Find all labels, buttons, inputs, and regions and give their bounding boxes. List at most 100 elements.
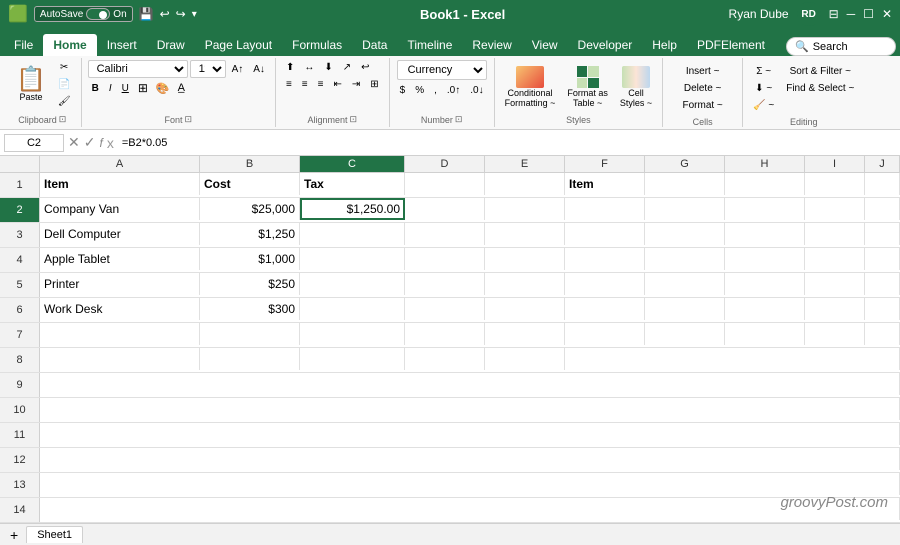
col-header-A[interactable]: A xyxy=(40,156,200,172)
cell-J5[interactable] xyxy=(865,273,900,295)
autosum-button[interactable]: Σ ~ xyxy=(749,64,778,79)
cell-D2[interactable] xyxy=(405,198,485,220)
tab-timeline[interactable]: Timeline xyxy=(397,34,462,56)
cell-H3[interactable] xyxy=(725,223,805,245)
redo-icon[interactable]: ↪ xyxy=(176,7,186,21)
increase-decimal-button[interactable]: .0↑ xyxy=(443,83,464,98)
ribbon-display-icon[interactable]: ⊟ xyxy=(829,7,839,21)
cell-I5[interactable] xyxy=(805,273,865,295)
cell-B3[interactable]: $1,250 xyxy=(200,223,300,245)
cell-G6[interactable] xyxy=(645,298,725,320)
format-button[interactable]: Format ~ xyxy=(678,98,726,113)
cell-A12[interactable] xyxy=(40,448,900,470)
cell-J3[interactable] xyxy=(865,223,900,245)
clipboard-expand-icon[interactable]: ⊡ xyxy=(59,114,67,125)
cell-H7[interactable] xyxy=(725,323,805,345)
tab-view[interactable]: View xyxy=(522,34,568,56)
col-header-H[interactable]: H xyxy=(725,156,805,172)
format-as-table-button[interactable]: Format asTable ~ xyxy=(563,64,612,110)
wrap-text-button[interactable]: ↩ xyxy=(357,60,373,75)
fill-color-button[interactable]: 🎨 xyxy=(153,81,173,96)
number-expand-icon[interactable]: ⊡ xyxy=(455,114,463,125)
cell-reference-input[interactable] xyxy=(4,134,64,152)
col-header-B[interactable]: B xyxy=(200,156,300,172)
add-sheet-button[interactable]: + xyxy=(4,525,24,545)
col-header-D[interactable]: D xyxy=(405,156,485,172)
cell-J1[interactable] xyxy=(865,173,900,195)
cell-E7[interactable] xyxy=(485,323,565,345)
cell-E5[interactable] xyxy=(485,273,565,295)
orientation-button[interactable]: ↗ xyxy=(339,60,355,75)
cell-G5[interactable] xyxy=(645,273,725,295)
tab-formulas[interactable]: Formulas xyxy=(282,34,352,56)
cell-B5[interactable]: $250 xyxy=(200,273,300,295)
cell-G1[interactable] xyxy=(645,173,725,195)
cell-styles-button[interactable]: CellStyles ~ xyxy=(616,64,656,110)
tab-draw[interactable]: Draw xyxy=(147,34,195,56)
increase-font-button[interactable]: A↑ xyxy=(228,62,248,77)
cell-F5[interactable] xyxy=(565,273,645,295)
cell-A3[interactable]: Dell Computer xyxy=(40,223,200,245)
align-bottom-button[interactable]: ⬇ xyxy=(320,60,336,75)
cell-E2[interactable] xyxy=(485,198,565,220)
increase-indent-button[interactable]: ⇥ xyxy=(348,77,364,92)
cancel-formula-icon[interactable]: ✕ xyxy=(68,134,80,151)
cell-I1[interactable] xyxy=(805,173,865,195)
cell-F2[interactable] xyxy=(565,198,645,220)
cell-F8[interactable] xyxy=(565,348,900,370)
cell-C5[interactable] xyxy=(300,273,405,295)
cell-I7[interactable] xyxy=(805,323,865,345)
cell-A2[interactable]: Company Van xyxy=(40,198,200,220)
copy-button[interactable]: 📄 xyxy=(54,77,75,92)
cell-F6[interactable] xyxy=(565,298,645,320)
cell-A11[interactable] xyxy=(40,423,900,445)
customize-icon[interactable]: ▾ xyxy=(192,9,197,20)
cell-A4[interactable]: Apple Tablet xyxy=(40,248,200,270)
decrease-font-button[interactable]: A↓ xyxy=(249,62,269,77)
cell-I4[interactable] xyxy=(805,248,865,270)
italic-button[interactable]: I xyxy=(105,81,116,96)
cell-D1[interactable] xyxy=(405,173,485,195)
col-header-E[interactable]: E xyxy=(485,156,565,172)
cell-A7[interactable] xyxy=(40,323,200,345)
tab-pdfelement[interactable]: PDFElement xyxy=(687,34,775,56)
cell-B2[interactable]: $25,000 xyxy=(200,198,300,220)
cell-H6[interactable] xyxy=(725,298,805,320)
find-select-button[interactable]: Find & Select ~ xyxy=(782,81,858,96)
cell-D6[interactable] xyxy=(405,298,485,320)
formula-input[interactable] xyxy=(118,135,896,151)
cell-D5[interactable] xyxy=(405,273,485,295)
undo-icon[interactable]: ↩ xyxy=(160,7,170,21)
cell-B7[interactable] xyxy=(200,323,300,345)
alignment-expand-icon[interactable]: ⊡ xyxy=(350,114,358,125)
decrease-indent-button[interactable]: ⇤ xyxy=(329,77,345,92)
merge-center-button[interactable]: ⊞ xyxy=(366,77,382,92)
bold-button[interactable]: B xyxy=(88,81,103,96)
cell-H5[interactable] xyxy=(725,273,805,295)
tab-help[interactable]: Help xyxy=(642,34,687,56)
font-name-select[interactable]: Calibri xyxy=(88,60,188,78)
cell-G3[interactable] xyxy=(645,223,725,245)
cell-I6[interactable] xyxy=(805,298,865,320)
maximize-icon[interactable]: ☐ xyxy=(863,7,874,21)
cell-D4[interactable] xyxy=(405,248,485,270)
close-icon[interactable]: ✕ xyxy=(882,7,892,21)
borders-icon[interactable]: ⊞ xyxy=(135,80,151,96)
minimize-icon[interactable]: ─ xyxy=(847,7,856,21)
cell-A10[interactable] xyxy=(40,398,900,420)
cell-J6[interactable] xyxy=(865,298,900,320)
cell-B1[interactable]: Cost xyxy=(200,173,300,195)
tab-developer[interactable]: Developer xyxy=(568,34,643,56)
save-icon[interactable]: 💾 xyxy=(139,7,154,21)
col-header-G[interactable]: G xyxy=(645,156,725,172)
cell-E8[interactable] xyxy=(485,348,565,370)
number-format-select[interactable]: Currency xyxy=(397,60,487,80)
tab-page-layout[interactable]: Page Layout xyxy=(195,34,282,56)
cell-D8[interactable] xyxy=(405,348,485,370)
tab-insert[interactable]: Insert xyxy=(97,34,147,56)
cell-A9[interactable] xyxy=(40,373,900,395)
autosave-toggle[interactable] xyxy=(86,8,110,20)
cell-C6[interactable] xyxy=(300,298,405,320)
paste-button[interactable]: 📋 Paste xyxy=(10,66,52,104)
cell-A8[interactable] xyxy=(40,348,200,370)
